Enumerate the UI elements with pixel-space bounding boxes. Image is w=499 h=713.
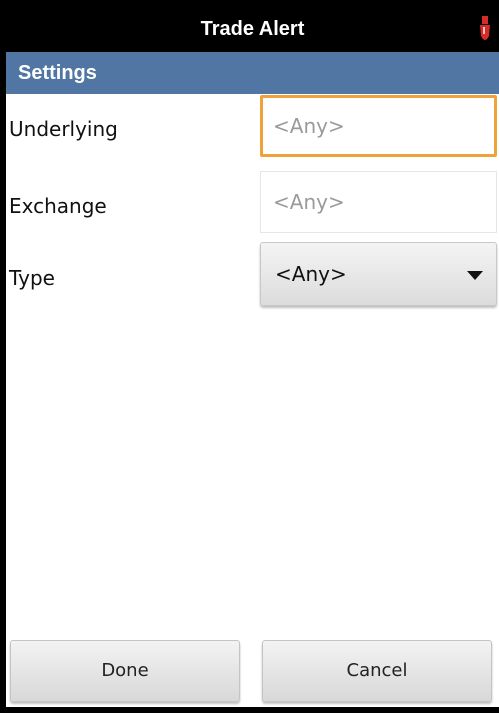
title-bar: Trade Alert (6, 6, 499, 52)
underlying-input[interactable]: <Any> (260, 95, 497, 157)
screen: Trade Alert Settings Underlying <Any> Ex… (6, 6, 499, 707)
type-label: Type (9, 266, 55, 290)
done-button[interactable]: Done (10, 640, 240, 702)
app-title: Trade Alert (200, 18, 305, 40)
type-select[interactable]: <Any> (260, 242, 497, 306)
section-title: Settings (18, 62, 97, 84)
exchange-input[interactable]: <Any> (260, 171, 497, 233)
exchange-placeholder: <Any> (273, 190, 345, 214)
settings-header: Settings (6, 52, 499, 94)
underlying-label: Underlying (9, 117, 118, 141)
cancel-button[interactable]: Cancel (262, 640, 492, 702)
underlying-placeholder: <Any> (273, 114, 345, 138)
alert-dropper-icon (480, 16, 490, 40)
chevron-down-icon (467, 271, 483, 280)
type-selected-value: <Any> (275, 262, 347, 286)
exchange-label: Exchange (9, 194, 107, 218)
